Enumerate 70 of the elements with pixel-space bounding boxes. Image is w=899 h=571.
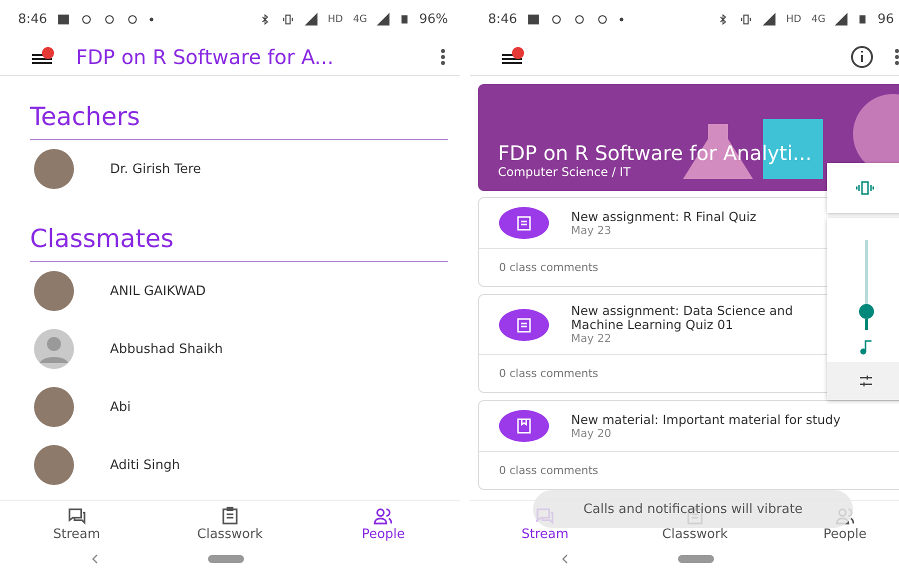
photo-placeholder (34, 387, 74, 427)
status-time: 8:46 (488, 12, 518, 26)
sync-icon (550, 12, 564, 26)
comments-count[interactable]: 0 class comments (479, 355, 899, 392)
photo-placeholder (34, 149, 74, 189)
info-icon[interactable] (850, 44, 874, 68)
post-title: New assignment: Data Science and Machine Learning Quiz 01 (571, 304, 794, 332)
signal-icon (763, 12, 776, 26)
photo-placeholder (34, 445, 74, 485)
vibrate-icon (280, 12, 295, 26)
clipboard-icon (515, 214, 533, 232)
nav-tab[interactable]: Classwork (153, 501, 307, 547)
banner-subtitle: Computer Science / IT (498, 165, 632, 179)
section-heading: Classmates (30, 198, 448, 262)
comments-count[interactable]: 0 class comments (479, 452, 899, 489)
back-button[interactable] (92, 554, 98, 564)
sync-icon (80, 12, 94, 26)
bookmark-icon (515, 417, 533, 435)
dot-icon (619, 16, 624, 22)
sliders-icon (857, 373, 875, 389)
slider-thumb[interactable] (859, 304, 874, 319)
menu-icon[interactable] (500, 46, 526, 66)
sync-icon (596, 12, 610, 26)
photo-placeholder (34, 271, 74, 311)
battery-level: 96% (419, 12, 448, 26)
nav-tab[interactable]: People (306, 501, 460, 547)
clipboard-icon (515, 316, 533, 334)
menu-icon[interactable] (30, 46, 56, 66)
post-title: New assignment: R Final Quiz (571, 210, 758, 224)
vibrate-icon (853, 179, 877, 197)
person-name: Abi (110, 400, 131, 414)
clipboard-icon (220, 506, 240, 526)
post-card[interactable]: New material: Important material for study May 20 0 class comments (478, 400, 899, 490)
person-name: Dr. Girish Tere (110, 162, 201, 176)
avatar-silhouette (34, 329, 74, 369)
image-icon (527, 12, 540, 26)
battery-level: 96 (877, 12, 894, 26)
class-title: FDP on R Software for A... (76, 44, 335, 68)
post-date: May 20 (571, 426, 612, 440)
network-label: HD (786, 14, 802, 24)
more-options-icon[interactable] (894, 48, 899, 66)
network-label: 4G (352, 14, 368, 24)
section-heading: Teachers (30, 76, 448, 140)
post-date: May 23 (571, 224, 612, 236)
comments-count[interactable]: 0 class comments (479, 249, 899, 286)
vibrate-toast: Calls and notifications will vibrate (533, 490, 853, 528)
signal-icon (377, 12, 390, 26)
chat-icon (66, 506, 87, 526)
back-button[interactable] (562, 554, 568, 564)
image-icon (57, 12, 70, 26)
network-label: HD (328, 14, 343, 24)
post-title: New material: Important material for study (571, 412, 841, 426)
more-options-icon[interactable] (440, 48, 446, 66)
person-name: Abbushad Shaikh (110, 342, 223, 356)
sync-icon (103, 12, 116, 26)
dot-icon (149, 16, 154, 22)
person-name: ANIL GAIKWAD (110, 284, 206, 298)
signal-icon (304, 12, 318, 26)
post-date: May 22 (571, 332, 612, 345)
sync-icon (126, 12, 140, 26)
home-button[interactable] (208, 555, 244, 563)
status-time: 8:46 (18, 12, 48, 26)
nav-tab[interactable]: Stream (0, 501, 154, 547)
vibrate-icon (739, 12, 754, 26)
sync-icon (573, 12, 586, 26)
network-label: 4G (811, 14, 826, 24)
people-icon (373, 506, 394, 526)
person-name: Aditi Singh (110, 458, 180, 472)
signal-icon (835, 12, 848, 26)
home-button[interactable] (678, 555, 714, 563)
